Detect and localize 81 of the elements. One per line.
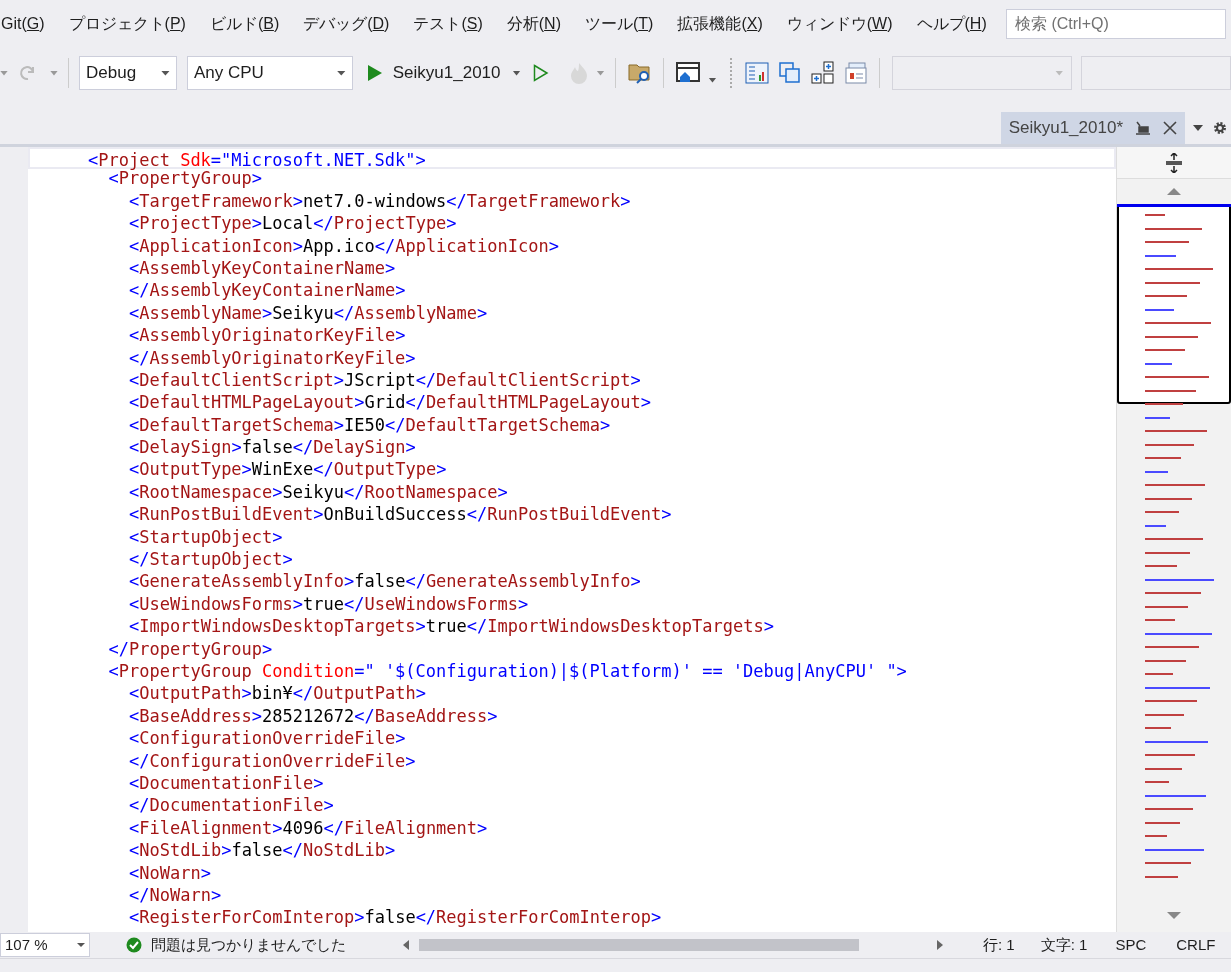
play-icon	[366, 64, 383, 82]
caret-icon	[336, 70, 346, 76]
caret-icon	[77, 943, 85, 947]
menu-item[interactable]: ビルド(B)	[198, 9, 291, 39]
windows-list-icon[interactable]	[845, 62, 870, 84]
code-line: <DocumentationFile>	[129, 772, 324, 793]
code-line: </ConfigurationOverrideFile>	[129, 750, 416, 771]
caret-icon	[160, 70, 170, 76]
menu-item[interactable]: Git(G)	[0, 9, 56, 39]
code-line: <RunPostBuildEvent>OnBuildSuccess</RunPostBuildEvent>	[129, 504, 672, 525]
windows-icon[interactable]	[779, 62, 802, 84]
code-line: <OutputType>WinExe</OutputType>	[129, 459, 447, 480]
menu-item[interactable]: デバッグ(D)	[292, 9, 401, 39]
code-line: <ConfigurationOverrideFile>	[129, 728, 406, 749]
code-line: <DefaultTargetSchema>IE50</DefaultTargetSchema>	[129, 414, 611, 435]
play-outline-icon[interactable]	[532, 64, 549, 82]
horizontal-scrollbar-thumb[interactable]	[419, 939, 859, 951]
line-ending-status[interactable]: CRLF	[1176, 933, 1216, 957]
code-line: </DocumentationFile>	[129, 795, 334, 816]
code-line: <DefaultClientScript>JScript</DefaultClientScript>	[129, 369, 641, 390]
menu-item[interactable]: ツール(T)	[574, 9, 665, 39]
code-line: <FileAlignment>4096</FileAlignment>	[129, 817, 488, 838]
code-line: <ProjectType>Local</ProjectType>	[129, 213, 457, 234]
code-line: </PropertyGroup>	[108, 638, 273, 659]
scroll-down-icon[interactable]	[1167, 912, 1181, 919]
overflow-icon[interactable]	[708, 77, 717, 83]
menu-item[interactable]: 分析(N)	[495, 9, 572, 39]
code-line: <UseWindowsForms>true</UseWindowsForms>	[129, 593, 529, 614]
code-line: <OutputPath>bin¥</OutputPath>	[129, 683, 426, 704]
caret-icon[interactable]	[1193, 125, 1203, 131]
code-line: <AssemblyOriginatorKeyFile>	[129, 325, 406, 346]
code-line: <NoWarn>	[129, 862, 211, 883]
caret-icon	[1055, 70, 1064, 76]
zoom-dropdown[interactable]: 107 %	[0, 933, 90, 957]
configuration-dropdown[interactable]: Debug	[79, 56, 177, 90]
scroll-right-icon[interactable]	[937, 940, 943, 950]
line-number-status[interactable]: 行: 1	[983, 933, 1015, 957]
grid-add-icon[interactable]	[811, 61, 836, 85]
issues-status[interactable]: 問題は見つかりませんでした	[151, 933, 391, 957]
split-icon	[1165, 152, 1183, 173]
search-field[interactable]: 検索 (Ctrl+Q)	[1006, 9, 1226, 39]
code-line: </AssemblyKeyContainerName>	[129, 280, 406, 301]
code-line: <ApplicationIcon>App.ico</ApplicationIcon>	[129, 235, 559, 256]
close-icon[interactable]	[1163, 121, 1177, 135]
code-line: <PropertyGroup Condition=" '$(Configuration)|$(Platform)' == 'Debug|AnyCPU' ">	[108, 661, 907, 681]
folder-search-icon[interactable]	[627, 62, 652, 84]
code-line: <StartupObject>	[129, 526, 283, 547]
code-line: <TargetFramework>net7.0-windows</TargetFramework>	[129, 190, 631, 211]
code-line: <BaseAddress>285212672</BaseAddress>	[129, 705, 498, 726]
split-handle[interactable]	[1117, 147, 1231, 179]
start-button[interactable]: Seikyu1_2010	[366, 56, 501, 90]
code-line: <DelaySign>false</DelaySign>	[129, 437, 416, 458]
check-icon	[126, 937, 142, 953]
document-tab[interactable]: Seikyu1_2010*	[1000, 112, 1185, 144]
code-line: <Project Sdk="Microsoft.NET.Sdk">	[88, 150, 426, 170]
home-window-icon[interactable]	[676, 62, 701, 84]
whitespace-status[interactable]: SPC	[1115, 933, 1147, 957]
column-status[interactable]: 文字: 1	[1040, 933, 1088, 957]
menu-item[interactable]: 拡張機能(X)	[666, 9, 774, 39]
code-line: <AssemblyKeyContainerName>	[129, 257, 396, 278]
code-line: <DefaultHTMLPageLayout>Grid</DefaultHTMLPageLayout>	[129, 392, 652, 413]
code-line: <NoStdLib>false</NoStdLib>	[129, 840, 396, 861]
menu-item[interactable]: テスト(S)	[402, 9, 494, 39]
caret-icon[interactable]	[512, 70, 521, 76]
code-line: <RootNamespace>Seikyu</RootNamespace>	[129, 481, 508, 502]
platform-dropdown[interactable]: Any CPU	[186, 56, 353, 90]
code-line: </StartupObject>	[129, 549, 293, 570]
code-line: <ImportWindowsDesktopTargets>true</ImportWindowsDesktopTargets>	[129, 616, 774, 637]
code-line: </AssemblyOriginatorKeyFile>	[129, 347, 416, 368]
report-icon[interactable]	[745, 62, 770, 84]
scroll-up-icon[interactable]	[1167, 188, 1181, 195]
code-line: <RegisterForComInterop>false</RegisterForComInterop>	[129, 907, 662, 928]
menu-item[interactable]: ヘルプ(H)	[905, 9, 998, 39]
pin-icon[interactable]	[1135, 121, 1151, 135]
code-line: <AssemblyName>Seikyu</AssemblyName>	[129, 302, 488, 323]
code-line: <GenerateAssemblyInfo>false</GenerateAssemblyInfo>	[129, 571, 641, 592]
code-line: </NoWarn>	[129, 884, 222, 905]
menu-item[interactable]: ウィンドウ(W)	[775, 9, 904, 39]
menu-item[interactable]: プロジェクト(P)	[57, 9, 197, 39]
scroll-left-icon[interactable]	[403, 940, 409, 950]
settings-icon[interactable]	[1213, 121, 1227, 135]
